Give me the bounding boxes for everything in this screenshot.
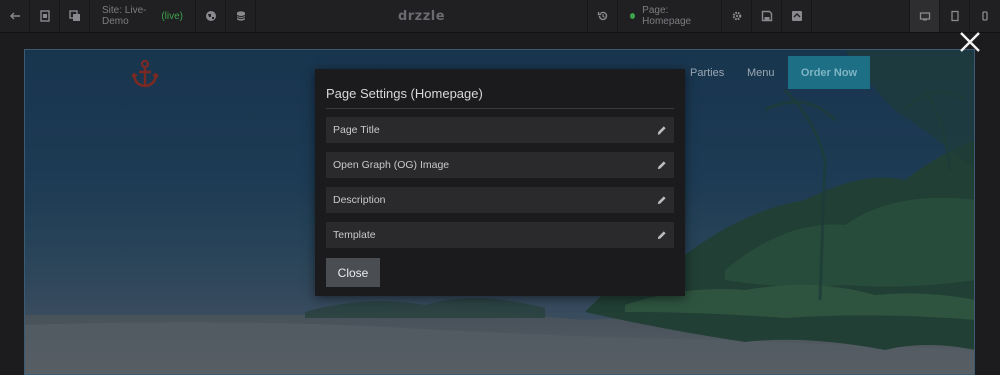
modal-title: Page Settings (Homepage) [326,86,674,109]
back-button[interactable] [0,0,30,32]
desktop-view-button[interactable] [910,0,940,32]
page-settings-modal: Page Settings (Homepage) Page Title Open… [315,69,685,296]
globe-icon [205,11,216,21]
mobile-icon [982,11,988,21]
setting-label: Open Graph (OG) Image [333,159,450,171]
pencil-icon[interactable] [656,195,667,206]
setting-label: Template [333,229,376,241]
page-status-dot [630,13,636,19]
toolbar-spacer [812,0,910,32]
editor-toolbar: Site: Live-Demo (live) drzzle Page: Home… [0,0,1000,33]
setting-label: Description [333,194,386,206]
pages-button[interactable] [30,0,60,32]
history-button[interactable] [588,0,618,32]
pencil-icon[interactable] [656,230,667,241]
copy-icon [68,10,80,21]
pencil-icon[interactable] [656,160,667,171]
site-status: (live) [161,10,183,22]
close-icon[interactable] [959,31,981,53]
pages-icon [39,10,50,22]
globe-button[interactable] [196,0,226,32]
tablet-icon [950,10,959,22]
page-indicator[interactable]: Page: Homepage [618,0,722,32]
duplicate-button[interactable] [60,0,90,32]
database-icon [236,11,245,21]
page-name: Page: Homepage [642,5,692,27]
setting-row-og-image[interactable]: Open Graph (OG) Image [326,152,674,178]
site-name: Site: Live-Demo [102,5,147,27]
close-button[interactable]: Close [326,258,380,287]
desktop-icon [919,12,930,21]
setting-row-template[interactable]: Template [326,222,674,248]
site-indicator[interactable]: Site: Live-Demo (live) [90,0,196,32]
site-nav-link-menu[interactable]: Menu [747,67,775,79]
history-icon [597,11,607,21]
tablet-view-button[interactable] [940,0,970,32]
setting-row-page-title[interactable]: Page Title [326,117,674,143]
publish-button[interactable] [782,0,812,32]
site-nav-link-parties[interactable]: Parties [690,67,724,79]
mobile-view-button[interactable] [970,0,1000,32]
brand-logo: drzzle [256,0,588,32]
anchor-logo-icon [131,59,159,88]
order-now-button[interactable]: Order Now [788,56,870,89]
save-button[interactable] [752,0,782,32]
settings-button[interactable] [722,0,752,32]
setting-label: Page Title [333,124,380,136]
publish-icon [791,11,802,21]
database-button[interactable] [226,0,256,32]
pencil-icon[interactable] [656,125,667,136]
setting-row-description[interactable]: Description [326,187,674,213]
modal-spacer [326,109,674,117]
arrow-left-icon [9,12,20,20]
save-icon [761,10,772,22]
gear-icon [732,11,741,21]
